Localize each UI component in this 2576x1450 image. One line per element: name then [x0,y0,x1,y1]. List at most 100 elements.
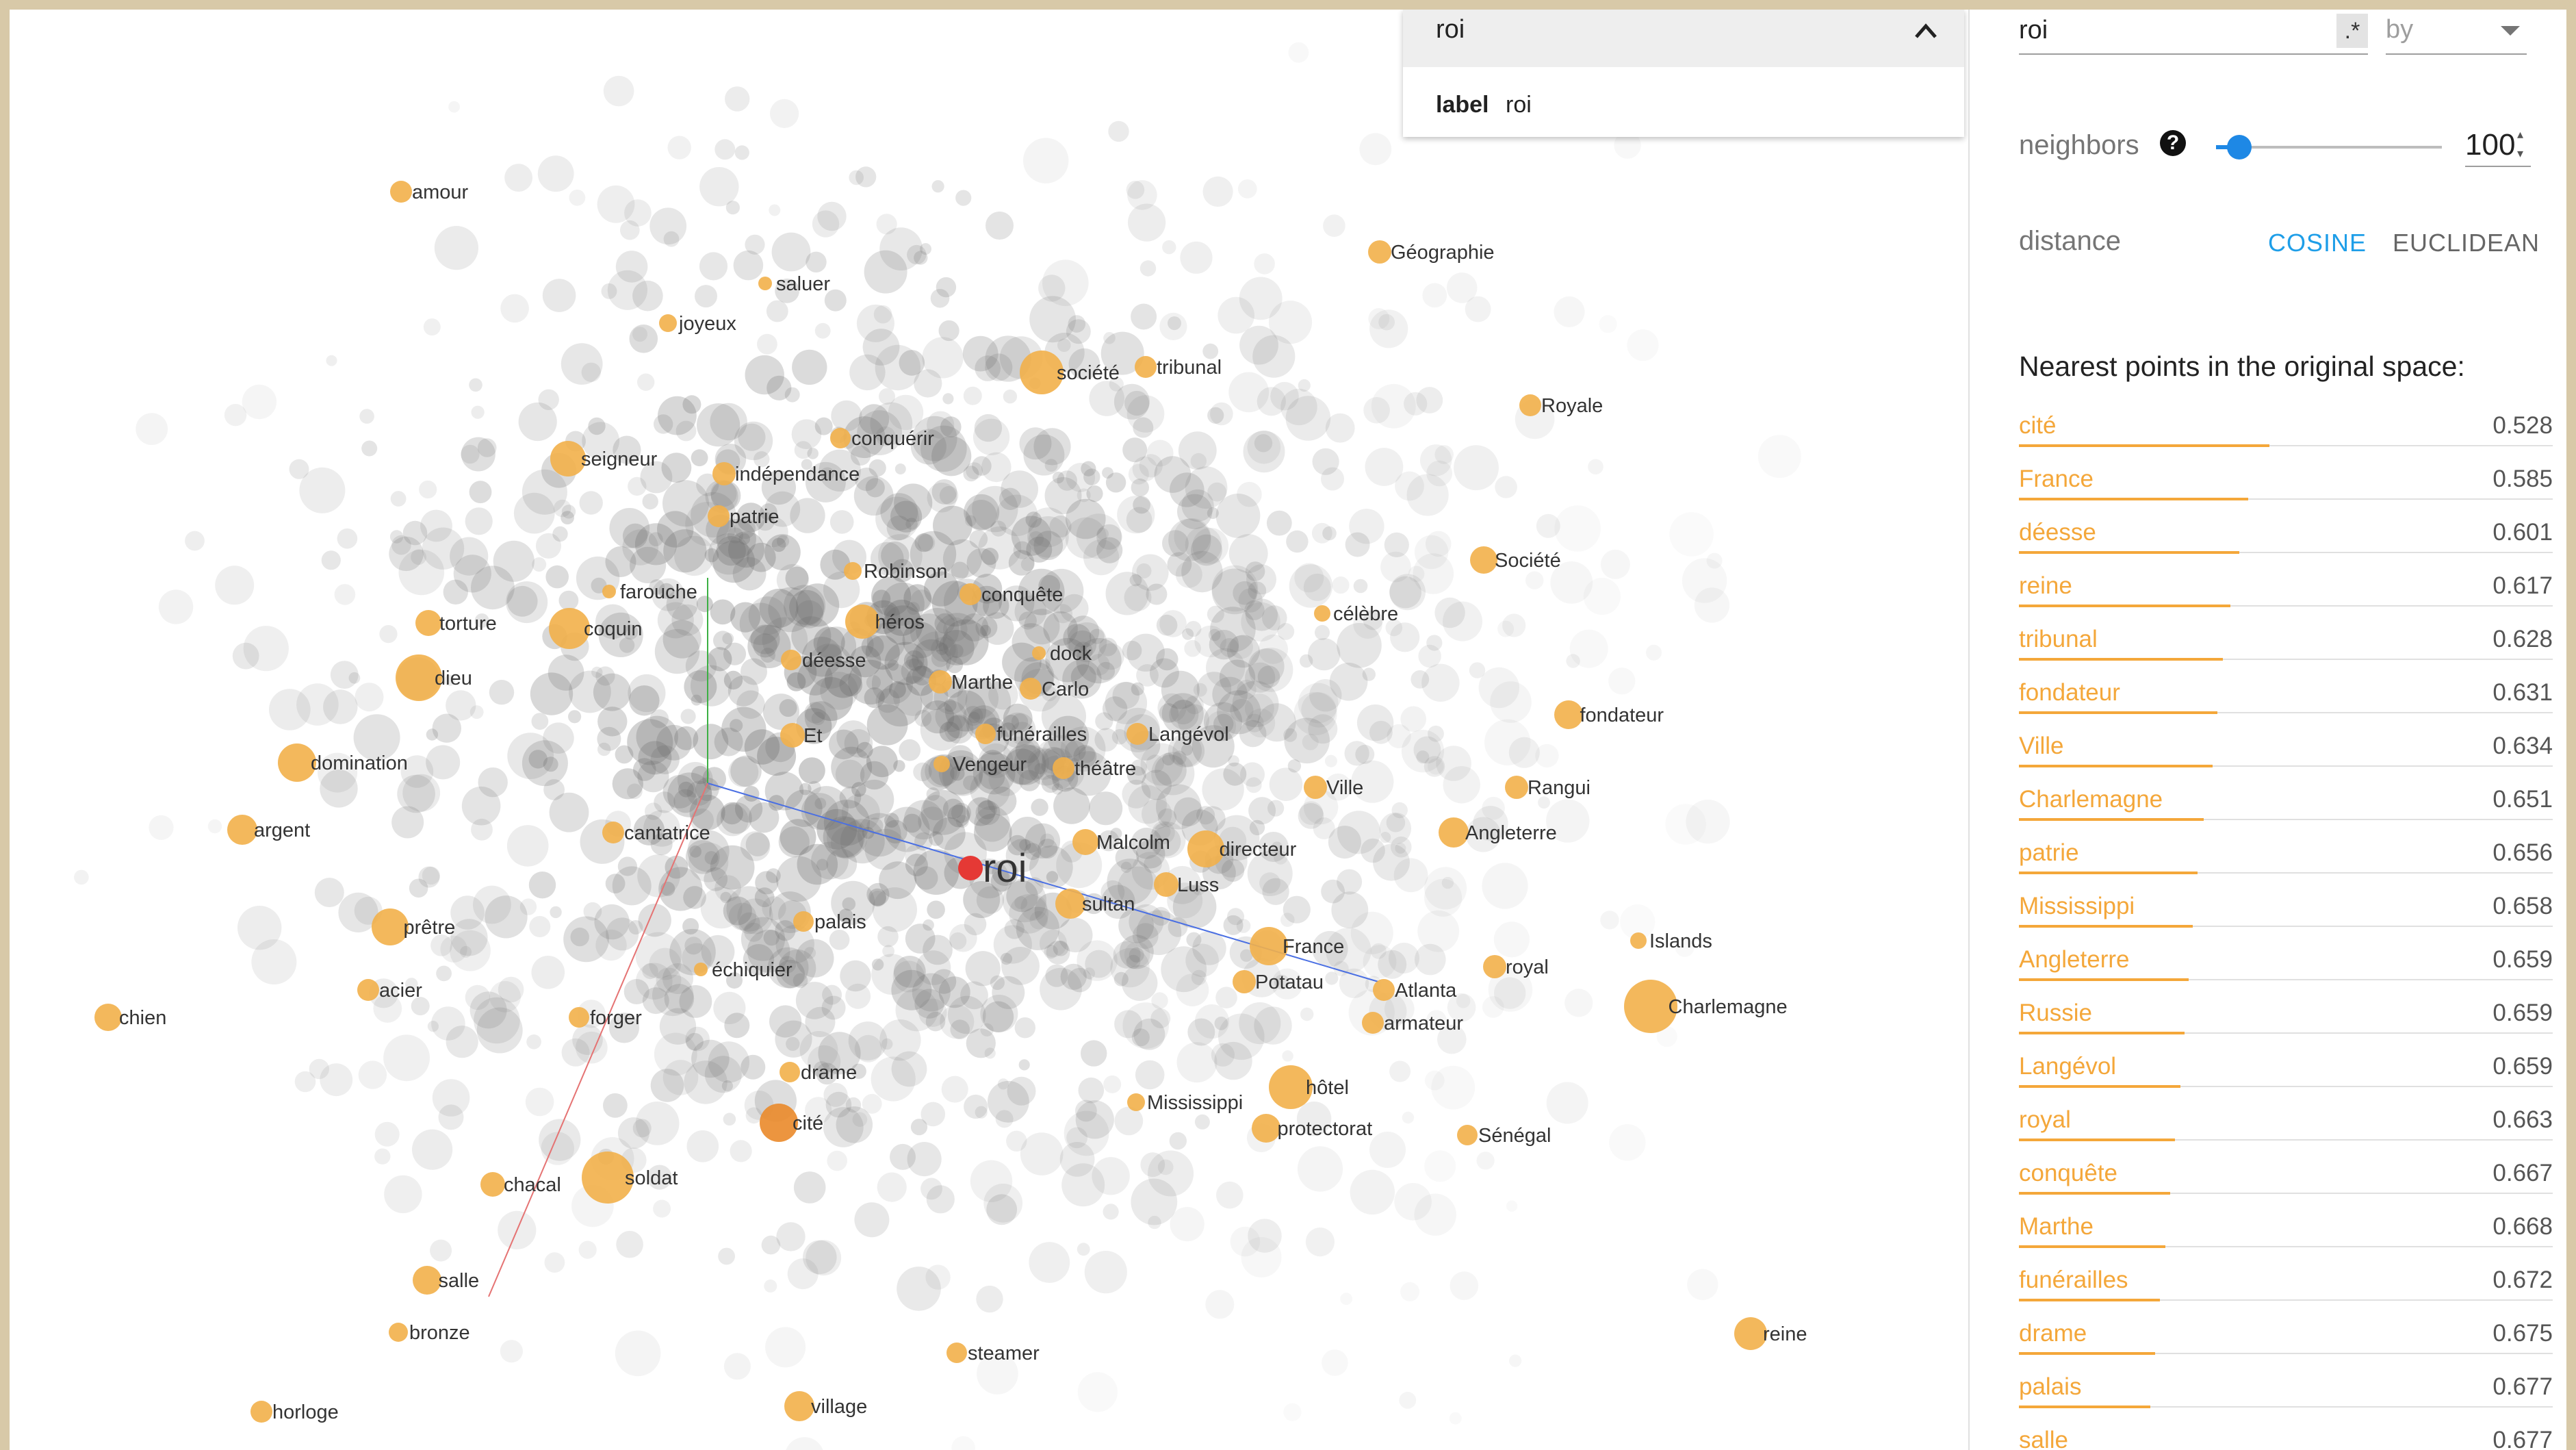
highlighted-point[interactable] [569,1007,589,1028]
highlighted-point[interactable] [415,610,441,636]
highlighted-point[interactable] [1457,1125,1478,1145]
nearest-point-word[interactable]: France [2019,466,2094,493]
nearest-point-row[interactable]: Russie 0.659 [2019,997,2553,1050]
highlighted-point[interactable] [1252,1114,1280,1143]
highlighted-point[interactable] [250,1401,272,1423]
highlighted-point[interactable] [1032,646,1046,660]
nearest-point-word[interactable]: reine [2019,572,2072,600]
number-spinner-icon[interactable]: ▴ ▾ [2517,125,2529,166]
highlighted-point[interactable] [1072,829,1098,855]
highlighted-point[interactable] [413,1266,441,1295]
highlighted-point[interactable] [959,583,981,605]
search-input[interactable] [2019,10,2320,51]
chevron-up-icon[interactable] [1912,21,1940,41]
nearest-point-word[interactable]: Russie [2019,1000,2092,1027]
highlighted-point[interactable] [1505,776,1528,799]
highlighted-point[interactable] [1470,546,1497,574]
scatter-plot[interactable]: amour saluer joyeux société tribunal Géograph… [10,10,1968,1450]
search-field[interactable]: .* [2019,10,2368,55]
highlighted-point[interactable] [844,562,862,580]
highlighted-point[interactable] [694,963,708,976]
highlighted-point[interactable] [845,605,879,639]
highlighted-point[interactable] [357,979,379,1001]
highlighted-point[interactable] [1135,356,1157,378]
highlighted-point[interactable] [1314,605,1330,622]
nearest-point-row[interactable]: Ville 0.634 [2019,730,2553,783]
nearest-point-word[interactable]: conquête [2019,1160,2117,1187]
nearest-point-row[interactable]: drame 0.675 [2019,1317,2553,1371]
projection-canvas[interactable]: amour saluer joyeux société tribunal Géograph… [10,10,1968,1450]
nearest-point-word[interactable]: Ville [2019,733,2064,760]
nearest-point-row[interactable]: Mississippi 0.658 [2019,890,2553,943]
nearest-point-word[interactable]: royal [2019,1106,2071,1134]
search-by-select[interactable]: by [2386,10,2527,55]
highlighted-point[interactable] [784,1391,814,1421]
nearest-point-word[interactable]: Angleterre [2019,946,2129,974]
highlighted-point[interactable] [94,1004,122,1031]
nearest-point-word[interactable]: Langévol [2019,1053,2116,1080]
highlighted-point[interactable] [1362,1012,1384,1034]
highlighted-point[interactable] [708,505,730,527]
highlighted-point[interactable] [1154,872,1178,897]
nearest-point-row[interactable]: reine 0.617 [2019,570,2553,623]
highlighted-point[interactable] [1373,979,1395,1001]
nearest-point-row[interactable]: conquête 0.667 [2019,1157,2553,1210]
nearest-point-row[interactable]: déesse 0.601 [2019,516,2553,570]
highlighted-point[interactable] [758,277,772,290]
highlighted-point[interactable] [389,1323,408,1342]
nearest-point-row[interactable]: funérailles 0.672 [2019,1264,2553,1317]
nearest-point-word[interactable]: fondateur [2019,679,2120,707]
highlighted-point[interactable] [793,911,814,932]
nearest-point-word[interactable]: Marthe [2019,1213,2094,1241]
regex-toggle-button[interactable]: .* [2336,14,2368,48]
highlighted-point[interactable] [1734,1317,1767,1350]
highlighted-point[interactable] [712,462,736,485]
nearest-point-word[interactable]: palais [2019,1373,2081,1401]
nearest-point-row[interactable]: salle 0.677 [2019,1424,2553,1450]
highlighted-point[interactable] [781,650,801,670]
highlighted-point[interactable] [390,181,412,203]
nearest-point-row[interactable]: Langévol 0.659 [2019,1050,2553,1104]
nearest-point-row[interactable]: France 0.585 [2019,463,2553,516]
highlighted-point[interactable] [480,1172,505,1197]
highlighted-point[interactable] [780,1062,800,1082]
highlighted-point[interactable] [1439,817,1469,848]
highlighted-point[interactable] [975,724,996,744]
highlighted-point[interactable] [227,815,257,845]
highlighted-point[interactable] [1233,970,1256,993]
highlighted-point[interactable] [1630,932,1647,949]
nearest-point-row[interactable]: patrie 0.656 [2019,837,2553,890]
nearest-point-row[interactable]: royal 0.663 [2019,1104,2553,1157]
nearest-point-row[interactable]: tribunal 0.628 [2019,623,2553,676]
highlighted-point[interactable] [1483,955,1506,978]
highlighted-point[interactable] [780,723,805,748]
nearest-point-word[interactable]: drame [2019,1320,2087,1347]
highlighted-point[interactable] [1053,757,1074,779]
highlighted-point[interactable] [1020,678,1042,700]
selected-point[interactable] [958,856,983,880]
highlighted-point[interactable] [830,428,851,448]
highlighted-point[interactable] [1126,723,1148,745]
highlighted-point[interactable] [1519,394,1541,416]
highlighted-point[interactable] [933,756,950,772]
highlighted-point[interactable] [929,670,952,694]
nearest-point-row[interactable]: fondateur 0.631 [2019,676,2553,730]
highlighted-point[interactable] [1055,889,1085,919]
nearest-point-row[interactable]: Marthe 0.668 [2019,1210,2553,1264]
nearest-point-word[interactable]: salle [2019,1427,2068,1450]
nearest-point-word[interactable]: patrie [2019,839,2079,867]
highlighted-point[interactable] [1554,700,1583,729]
nearest-point-word[interactable]: funérailles [2019,1267,2128,1294]
distance-euclidean-button[interactable]: EUCLIDEAN [2393,229,2540,257]
highlighted-point[interactable] [1368,240,1391,264]
highlighted-point[interactable] [602,585,616,598]
nearest-point-row[interactable]: Angleterre 0.659 [2019,943,2553,997]
nearest-point-row[interactable]: Charlemagne 0.651 [2019,783,2553,837]
nearest-point-word[interactable]: cité [2019,412,2056,440]
help-icon[interactable]: ? [2160,130,2186,156]
highlighted-point[interactable] [1304,776,1327,799]
nearest-point-word[interactable]: Charlemagne [2019,786,2163,813]
nearest-point-word[interactable]: tribunal [2019,626,2098,653]
highlighted-point[interactable] [1127,1093,1145,1111]
highlighted-point[interactable] [946,1343,967,1363]
